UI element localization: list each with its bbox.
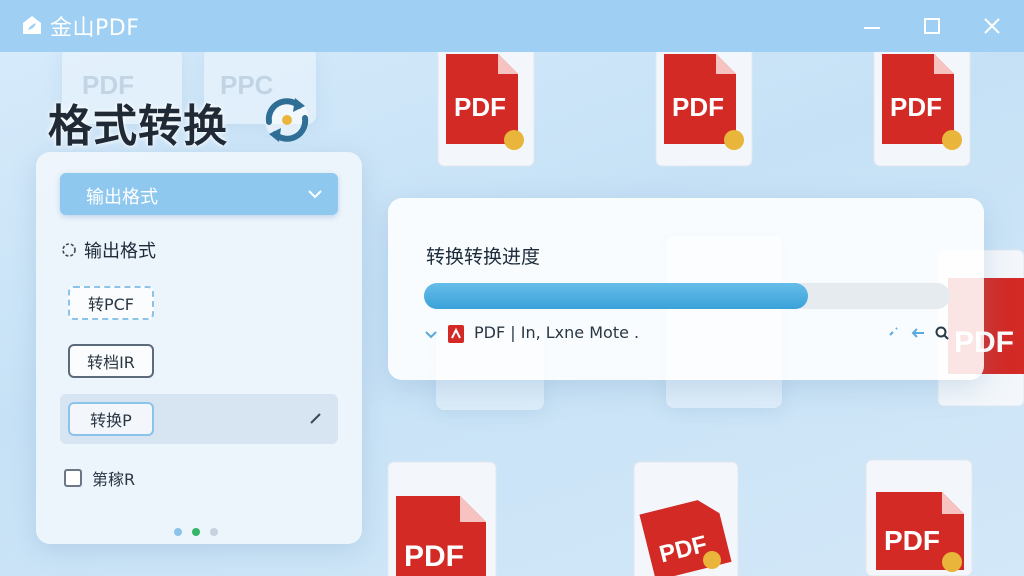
pdf-document-icon: PDF	[655, 39, 753, 167]
chevron-down-icon	[308, 190, 322, 199]
pdf-file-icon	[448, 325, 464, 343]
refresh-icon	[265, 98, 309, 142]
section-heading-label: 输出格式	[84, 241, 156, 262]
page-dot-active[interactable]	[192, 528, 200, 536]
edit-icon[interactable]	[308, 410, 324, 426]
file-actions	[886, 325, 950, 341]
settings-gear-icon	[62, 243, 76, 257]
pdf-document-icon: PDF	[387, 461, 497, 576]
chevron-down-icon[interactable]	[424, 327, 438, 341]
file-status-text: PDF | In, Lxne Mote .	[474, 323, 639, 342]
close-icon	[984, 18, 1000, 34]
conversion-progress-card: 转换转换进度 PDF | In, Lxne Mote .	[388, 198, 984, 380]
pdf-document-icon: PDF	[873, 39, 971, 167]
progress-title: 转换转换进度	[426, 246, 541, 268]
pdf-doc-label: PDF	[884, 525, 940, 556]
output-format-dropdown[interactable]: 输出格式	[60, 173, 338, 215]
maximize-button[interactable]	[918, 12, 946, 40]
maximize-icon	[924, 18, 940, 34]
sparkle-icon[interactable]	[886, 325, 902, 341]
section-heading: 输出格式	[60, 237, 156, 263]
pdf-doc-label: PDF	[672, 92, 724, 122]
checkbox-label: 第稼R	[92, 470, 136, 489]
file-type: PDF	[474, 323, 506, 342]
page-dot[interactable]	[210, 528, 218, 536]
pdf-doc-label: PDF	[890, 92, 942, 122]
pdf-document-icon: PDF	[865, 459, 973, 576]
page-dot[interactable]	[174, 528, 182, 536]
title-bar: 金山PDF	[0, 0, 1024, 52]
format-option[interactable]: 转换P	[68, 402, 154, 436]
format-option[interactable]: 转PCF	[68, 286, 154, 320]
option-checkbox[interactable]: 第稼R	[64, 466, 135, 490]
search-icon[interactable]	[934, 325, 950, 341]
progress-bar-fill	[424, 283, 808, 309]
format-option[interactable]: 转档IR	[68, 344, 154, 378]
progress-bar	[424, 283, 950, 309]
format-option-row[interactable]: 转换P	[60, 394, 338, 444]
minimize-button[interactable]	[858, 12, 886, 40]
pdf-doc-label: PDF	[454, 92, 506, 122]
page-title: 格式转换	[48, 101, 228, 152]
app-title: 金山PDF	[50, 16, 140, 41]
file-row: PDF | In, Lxne Mote .	[424, 322, 950, 346]
close-button[interactable]	[978, 12, 1006, 40]
page-indicator	[174, 528, 218, 536]
back-arrow-icon[interactable]	[910, 325, 926, 341]
pdf-doc-label: PDF	[404, 540, 464, 573]
pdf-document-icon: PDF	[633, 461, 739, 576]
dropdown-label: 输出格式	[86, 187, 158, 208]
settings-panel: 输出格式 输出格式 转PCF 转档IR 转换P 第稼R	[36, 152, 362, 544]
kingsoft-logo-icon	[23, 16, 41, 34]
file-status: In, Lxne Mote .	[520, 323, 640, 342]
checkbox-box[interactable]	[64, 469, 82, 487]
separator: |	[505, 323, 521, 342]
minimize-icon	[864, 27, 880, 29]
pdf-document-icon: PDF	[437, 39, 535, 167]
